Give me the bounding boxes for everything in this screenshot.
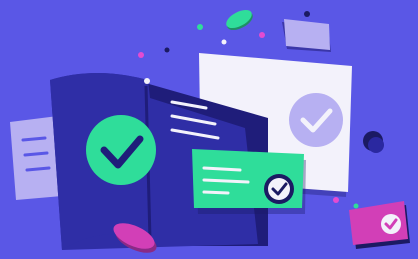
green-check-circle	[86, 115, 156, 185]
approval-illustration	[0, 0, 418, 259]
dot-navy	[164, 47, 170, 53]
dot-navy	[304, 11, 310, 17]
illustration-scene	[0, 0, 418, 259]
dot-white	[221, 39, 227, 45]
dot-pink	[259, 32, 265, 38]
text-line	[202, 166, 242, 172]
dot-pink	[138, 52, 144, 58]
text-line	[202, 178, 250, 184]
approval-check-circle	[289, 93, 343, 147]
dot-green	[353, 203, 359, 209]
text-line	[202, 190, 230, 195]
dot-green	[197, 24, 203, 30]
checklist-card-icon	[192, 149, 306, 214]
lavender-card	[282, 19, 331, 52]
dot-pink	[333, 197, 339, 203]
